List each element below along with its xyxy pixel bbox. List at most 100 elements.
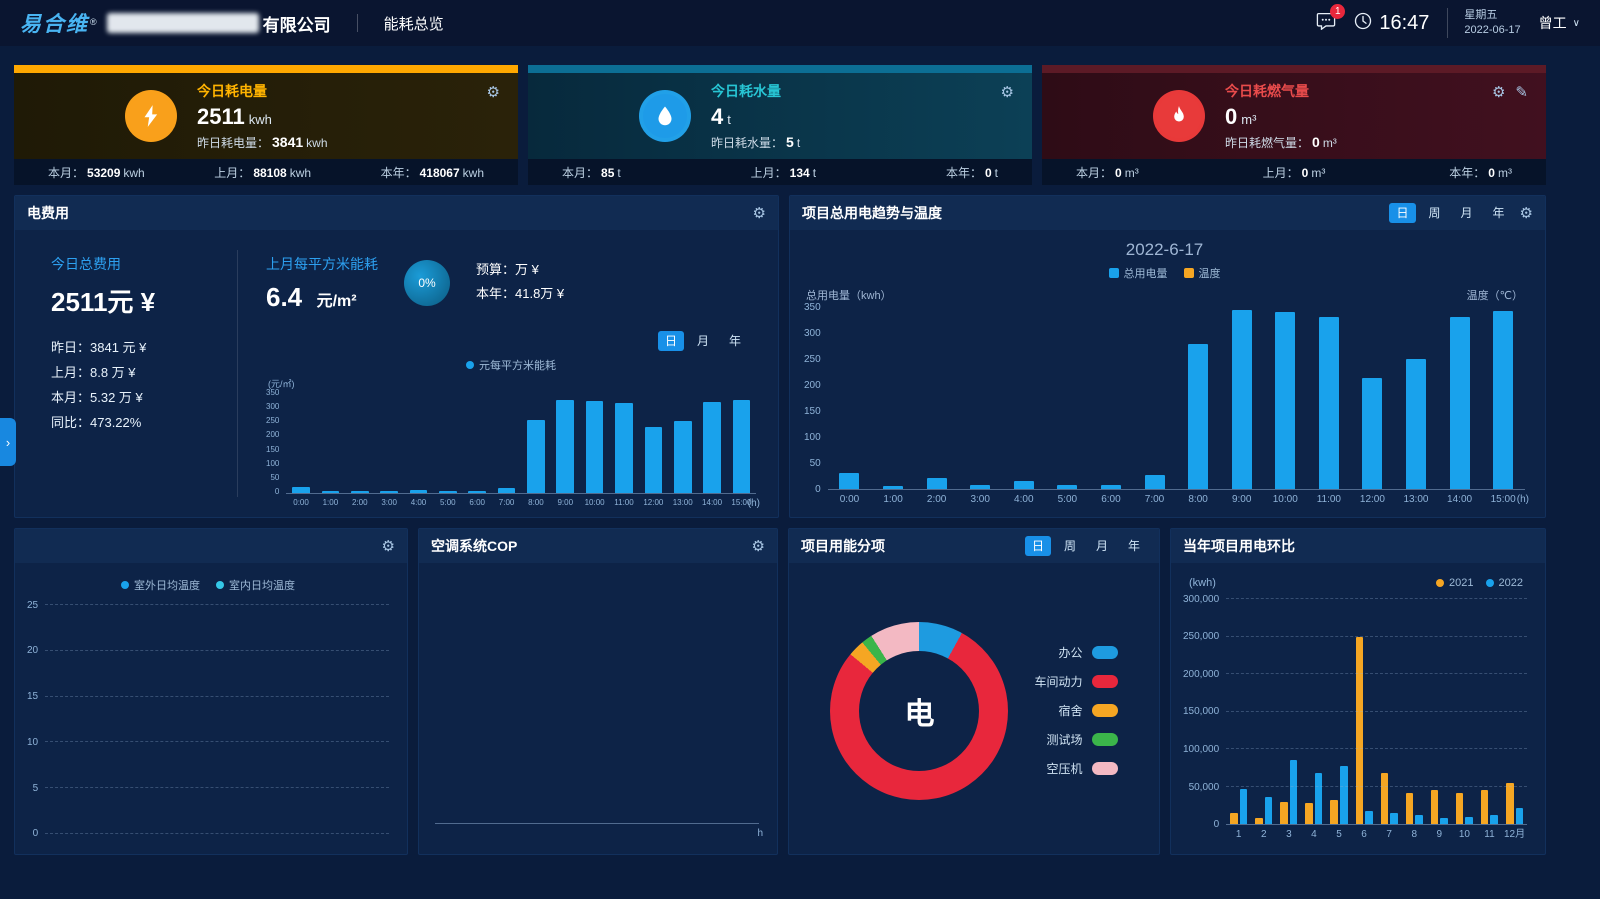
settings-gear-icon[interactable]: ⚙ xyxy=(1520,206,1533,221)
donut-legend-label: 测试场 xyxy=(1046,731,1082,748)
settings-gear-icon[interactable]: ⚙ xyxy=(487,85,500,100)
chart-x-label: 11 xyxy=(1477,829,1502,840)
tab-week[interactable]: 周 xyxy=(1422,203,1448,223)
chart-bar xyxy=(1406,793,1414,825)
chart-y-axis: 300,000250,000200,000150,000100,00050,00… xyxy=(1183,599,1226,840)
settings-gear-icon[interactable]: ⚙ xyxy=(752,539,765,554)
tab-month[interactable]: 月 xyxy=(1089,536,1115,556)
tab-month[interactable]: 月 xyxy=(690,331,716,351)
breakdown-period-tabs: 日 周 月 年 xyxy=(1019,536,1147,556)
panel-header: 空调系统COP ⚙ xyxy=(419,529,777,563)
chart-x-label: 12:00 xyxy=(1351,494,1395,505)
kpi-main: 今日耗水量 4t 昨日耗水量：5t xyxy=(711,81,921,151)
panel-title: 空调系统COP xyxy=(431,536,517,556)
messages-button[interactable]: 1 xyxy=(1316,12,1336,35)
chart-x-label: 9:00 xyxy=(1220,494,1264,505)
message-count-badge: 1 xyxy=(1330,4,1345,19)
settings-gear-icon[interactable]: ⚙ xyxy=(382,539,395,554)
chart-plot: (h) xyxy=(828,307,1525,490)
chart-gridline xyxy=(1226,598,1527,599)
topbar-right: 1 16:47 星期五 2022-06-17 曾工 ∨ xyxy=(1316,8,1580,38)
legend-swatch xyxy=(466,361,474,369)
settings-gear-icon[interactable]: ⚙ xyxy=(1001,85,1014,100)
chart-bar xyxy=(527,420,545,493)
flame-icon xyxy=(1153,90,1205,142)
chart-x-label: 2:00 xyxy=(915,494,959,505)
panel-header: 电费用 ⚙ xyxy=(15,196,778,230)
kpi-accent-strip xyxy=(14,65,518,73)
chart-column xyxy=(1301,599,1326,824)
clock-icon xyxy=(1354,12,1372,35)
donut-legend-swatch xyxy=(1092,704,1118,717)
kpi-value: 2511kwh xyxy=(197,104,407,130)
kpi-yesterday-unit: t xyxy=(797,136,800,150)
chart-column xyxy=(668,392,697,493)
chart-x-label: 12月 xyxy=(1502,825,1527,840)
kpi-main: 今日耗电量 2511kwh 昨日耗电量：3841kwh xyxy=(197,81,407,151)
chart-bar xyxy=(1450,317,1470,489)
tab-year[interactable]: 年 xyxy=(722,331,748,351)
kpi-footer-item: 本月：53209kwh xyxy=(48,164,145,181)
chart-x-label: 4:00 xyxy=(404,498,433,507)
legend-label: 室内日均温度 xyxy=(229,577,295,593)
tab-day[interactable]: 日 xyxy=(658,331,684,351)
chart-bar xyxy=(1280,802,1288,825)
chart-column xyxy=(521,392,550,493)
topbar-left: 易合维® 有限公司 能耗总览 xyxy=(20,8,444,38)
budget-lines: 预算：万 ¥ 本年：41.8万 ¥ xyxy=(476,258,564,306)
legend-label: 室外日均温度 xyxy=(134,577,200,593)
chart-x-label: 10:00 xyxy=(580,498,609,507)
kpi-body: 今日耗燃气量 0m³ 昨日耗燃气量：0m³ ⚙ ✎ xyxy=(1042,73,1546,159)
kpi-card-electricity: 今日耗电量 2511kwh 昨日耗电量：3841kwh ⚙ 本月：53209kw… xyxy=(14,65,518,185)
chart-x-label: 1 xyxy=(1226,829,1251,840)
chart-gridline xyxy=(1226,636,1527,637)
chart-bar xyxy=(468,491,486,493)
chart-gridline xyxy=(45,696,389,697)
kpi-yesterday-value: 0 xyxy=(1312,134,1320,150)
chart-x-label: 5:00 xyxy=(1046,494,1090,505)
user-menu[interactable]: 曾工 ∨ xyxy=(1539,13,1580,33)
kpi-card-gas: 今日耗燃气量 0m³ 昨日耗燃气量：0m³ ⚙ ✎ 本月：0m³ 上月：0m³ … xyxy=(1042,65,1546,185)
chart-bar xyxy=(1275,312,1295,489)
tab-month[interactable]: 月 xyxy=(1454,203,1480,223)
chart-column xyxy=(1220,307,1264,489)
chart-column xyxy=(1046,307,1090,489)
chart-column xyxy=(871,307,915,489)
nav-energy-overview[interactable]: 能耗总览 xyxy=(384,13,444,34)
chart-gridline xyxy=(1226,786,1527,787)
kpi-body: 今日耗电量 2511kwh 昨日耗电量：3841kwh ⚙ xyxy=(14,73,518,159)
tab-day[interactable]: 日 xyxy=(1025,536,1051,556)
chart-column xyxy=(697,392,726,493)
sidebar-expand-handle[interactable]: › xyxy=(0,418,16,466)
chart-x-unit: (h) xyxy=(1517,494,1529,505)
kpi-title: 今日耗燃气量 xyxy=(1225,81,1435,101)
settings-gear-icon[interactable]: ⚙ xyxy=(1492,85,1505,100)
tab-week[interactable]: 周 xyxy=(1057,536,1083,556)
chart-x-label: 14:00 xyxy=(697,498,726,507)
settings-gear-icon[interactable]: ⚙ xyxy=(753,206,766,221)
edit-pencil-icon[interactable]: ✎ xyxy=(1515,85,1528,100)
energy-breakdown-donut: 电 xyxy=(830,622,1008,800)
legend-label: 温度 xyxy=(1199,265,1221,281)
chart-column xyxy=(958,307,1002,489)
legend-item: 温度 xyxy=(1184,265,1221,281)
cost-detail: 上月每平方米能耗 6.4 元/m² 0% 预算：万 ¥ 本年：41.8万 ¥ 日… xyxy=(238,230,778,517)
chart-x-label: 12:00 xyxy=(639,498,668,507)
chart-column xyxy=(609,392,638,493)
cost-chart-legend: 元每平方米能耗 xyxy=(266,357,756,373)
tab-year[interactable]: 年 xyxy=(1121,536,1147,556)
chart-bar xyxy=(1305,803,1313,824)
tab-day[interactable]: 日 xyxy=(1389,203,1415,223)
chart-bar xyxy=(1506,783,1514,824)
mom-y-unit: (kwh) xyxy=(1189,577,1216,589)
chart-x-label: 11:00 xyxy=(1307,494,1351,505)
chart-bar xyxy=(1315,773,1323,824)
chart-bar xyxy=(1240,789,1248,824)
donut-legend-label: 车间动力 xyxy=(1034,673,1082,690)
cost-period-tabs: 日 月 年 xyxy=(266,331,748,351)
chart-x-label: 3:00 xyxy=(958,494,1002,505)
chart-gridline xyxy=(1226,711,1527,712)
yearly-mom-panel: 当年项目用电环比 (kwh) 20212022 300,000250,00020… xyxy=(1170,528,1546,855)
tab-year[interactable]: 年 xyxy=(1486,203,1512,223)
cost-per-sqm-chart: 350300250200150100500(h)0:001:002:003:00… xyxy=(266,392,756,507)
